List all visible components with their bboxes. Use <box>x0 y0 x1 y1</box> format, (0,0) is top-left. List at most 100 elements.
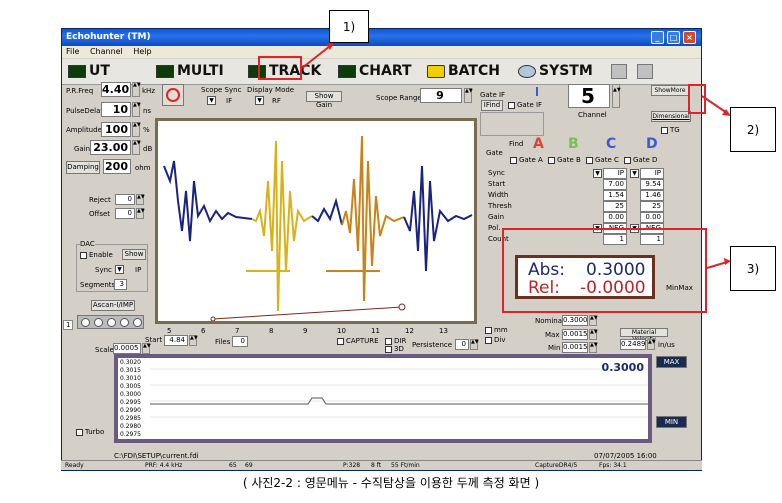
gate-c-sync-field[interactable]: IP <box>603 168 627 179</box>
minimize-button[interactable]: _ <box>651 31 664 44</box>
channel-dot-icon[interactable] <box>94 318 103 327</box>
gate-a-checkbox[interactable]: Gate A <box>510 156 543 164</box>
segments-field[interactable]: 3 <box>114 279 127 290</box>
gate-d-checkbox[interactable]: Gate D <box>624 156 657 164</box>
gate-c-gain-field[interactable]: 0.00 <box>603 212 627 223</box>
gate-d-width-field[interactable]: 1.46 <box>640 190 664 201</box>
mode-ut-button[interactable]: UT <box>68 63 110 79</box>
gain-field[interactable]: 23.00 <box>90 140 131 155</box>
tg-checkbox[interactable]: TG <box>661 126 680 134</box>
3d-checkbox[interactable]: 3D <box>385 345 404 353</box>
dac-sync-dropdown[interactable]: ▼ <box>115 265 124 274</box>
reject-field[interactable]: 0 <box>115 194 135 205</box>
dimensional-button[interactable]: Dimensional <box>651 111 691 122</box>
tg-label: TG <box>670 126 680 134</box>
nominal-spinner[interactable]: ▲▼ <box>589 315 598 326</box>
gate-c-width-field[interactable]: 1.54 <box>603 190 627 201</box>
close-button[interactable]: × <box>683 31 696 44</box>
min-spinner[interactable]: ▲▼ <box>589 342 598 353</box>
gate-c-thresh-field[interactable]: 25 <box>603 201 627 212</box>
pulse-field[interactable]: 10 <box>101 102 131 117</box>
channel-field[interactable]: 5 <box>568 84 610 108</box>
scope-range-field[interactable]: 9 <box>420 88 462 103</box>
start-field[interactable]: 4.84 <box>164 335 188 346</box>
circle-arrow-icon <box>166 88 180 102</box>
max-field[interactable]: 0.0015 <box>562 329 588 340</box>
mode-systm-button[interactable]: SYSTM <box>518 63 593 79</box>
channel-dot-icon[interactable] <box>133 318 142 327</box>
max-button[interactable]: MAX <box>656 356 687 368</box>
showmore-button[interactable]: ShowMore <box>651 85 689 96</box>
gate-c-start-field[interactable]: 7.00 <box>603 179 627 190</box>
checkbox-checked-icon <box>661 126 668 134</box>
reject-spinner[interactable]: ▲▼ <box>136 194 145 205</box>
scope-sync-dropdown[interactable]: ▼ <box>207 96 216 105</box>
start-spinner[interactable]: ▲▼ <box>189 335 198 346</box>
offset-spinner[interactable]: ▲▼ <box>136 208 145 219</box>
damping-button[interactable]: Damping <box>66 161 100 174</box>
camera-icon[interactable] <box>637 64 653 79</box>
damping-field[interactable]: 200 <box>103 159 131 174</box>
display-mode-dropdown[interactable]: ▼ <box>255 96 264 105</box>
mode-multi-button[interactable]: MULTI <box>156 63 224 79</box>
channel-spinner[interactable]: ▲▼ <box>612 84 621 108</box>
gate-c-dropdown[interactable]: ▼ <box>593 169 602 178</box>
offset-field[interactable]: 0 <box>115 208 135 219</box>
trend-date: 07/07/2005 16:00 <box>594 452 657 460</box>
dac-curve <box>212 306 403 320</box>
min-button[interactable]: MIN <box>656 416 687 428</box>
nominal-field[interactable]: 0.3000 <box>562 315 588 326</box>
reset-button[interactable] <box>162 84 184 106</box>
scale-spinner[interactable]: ▲▼ <box>142 343 151 354</box>
capture-checkbox[interactable]: CAPTURE <box>337 337 379 345</box>
gate-b-checkbox[interactable]: Gate B <box>548 156 581 164</box>
gate-d-sync-field[interactable]: IP <box>640 168 664 179</box>
dir-checkbox[interactable]: DIR <box>385 337 406 345</box>
print-icon[interactable] <box>611 64 627 79</box>
channel-dot-icon[interactable] <box>81 318 90 327</box>
mode-batch-button[interactable]: BATCH <box>427 63 500 79</box>
persistence-field[interactable]: 0 <box>455 339 469 350</box>
gate-c-checkbox[interactable]: Gate C <box>586 156 619 164</box>
gate-d-dropdown[interactable]: ▼ <box>630 169 639 178</box>
scope-sync-label: Scope Sync <box>201 86 242 94</box>
mode-multi-label: MULTI <box>177 63 224 79</box>
ascan-waveform <box>163 135 473 321</box>
pulse-spinner[interactable]: ▲▼ <box>132 102 141 117</box>
min-field[interactable]: 0.0015 <box>562 342 588 353</box>
gate-d-start-field[interactable]: 9.54 <box>640 179 664 190</box>
mode-chart-button[interactable]: CHART <box>338 63 412 79</box>
velocity-field[interactable]: 0.2489 <box>620 339 646 350</box>
velocity-spinner[interactable]: ▲▼ <box>647 339 656 350</box>
persistence-spinner[interactable]: ▲▼ <box>470 339 479 350</box>
show-gain-button[interactable]: Show Gain <box>306 91 342 109</box>
gate-d-thresh-field[interactable]: 25 <box>640 201 664 212</box>
dac-show-button[interactable]: Show <box>122 249 146 260</box>
gate-if-checkbox[interactable]: Gate IF <box>508 101 542 109</box>
scale-field[interactable]: 0.0005 <box>113 343 141 354</box>
channel-selector[interactable] <box>77 315 144 329</box>
ascan-button[interactable]: Ascan-I/IMP <box>91 300 135 311</box>
dac-enable-checkbox[interactable]: Enable <box>80 251 113 259</box>
div-checkbox[interactable]: Div <box>485 336 505 344</box>
ifind-button[interactable]: IFind <box>481 100 503 111</box>
amp-spinner[interactable]: ▲▼ <box>132 122 141 137</box>
menu-help[interactable]: Help <box>133 47 151 56</box>
gate-d-gain-field[interactable]: 0.00 <box>640 212 664 223</box>
gain-spinner[interactable]: ▲▼ <box>132 140 141 155</box>
scope-range-spinner[interactable]: ▲▼ <box>464 88 473 103</box>
material-velocity-button[interactable]: Material Velocity <box>620 328 668 343</box>
turbo-checkbox[interactable]: Turbo <box>76 428 104 436</box>
channel-dot-icon[interactable] <box>107 318 116 327</box>
prf-spinner[interactable]: ▲▼ <box>132 82 141 97</box>
gate-a-letter: A <box>533 136 544 152</box>
max-spinner[interactable]: ▲▼ <box>589 329 598 340</box>
menu-file[interactable]: File <box>66 47 79 56</box>
maximize-button[interactable]: □ <box>667 31 680 44</box>
amp-field[interactable]: 100 <box>101 122 131 137</box>
menu-channel[interactable]: Channel <box>90 47 123 56</box>
files-field[interactable]: 0 <box>232 336 248 347</box>
prf-field[interactable]: 4.40 <box>101 82 131 97</box>
mm-checkbox[interactable]: mm <box>485 326 508 334</box>
channel-dot-icon[interactable] <box>120 318 129 327</box>
